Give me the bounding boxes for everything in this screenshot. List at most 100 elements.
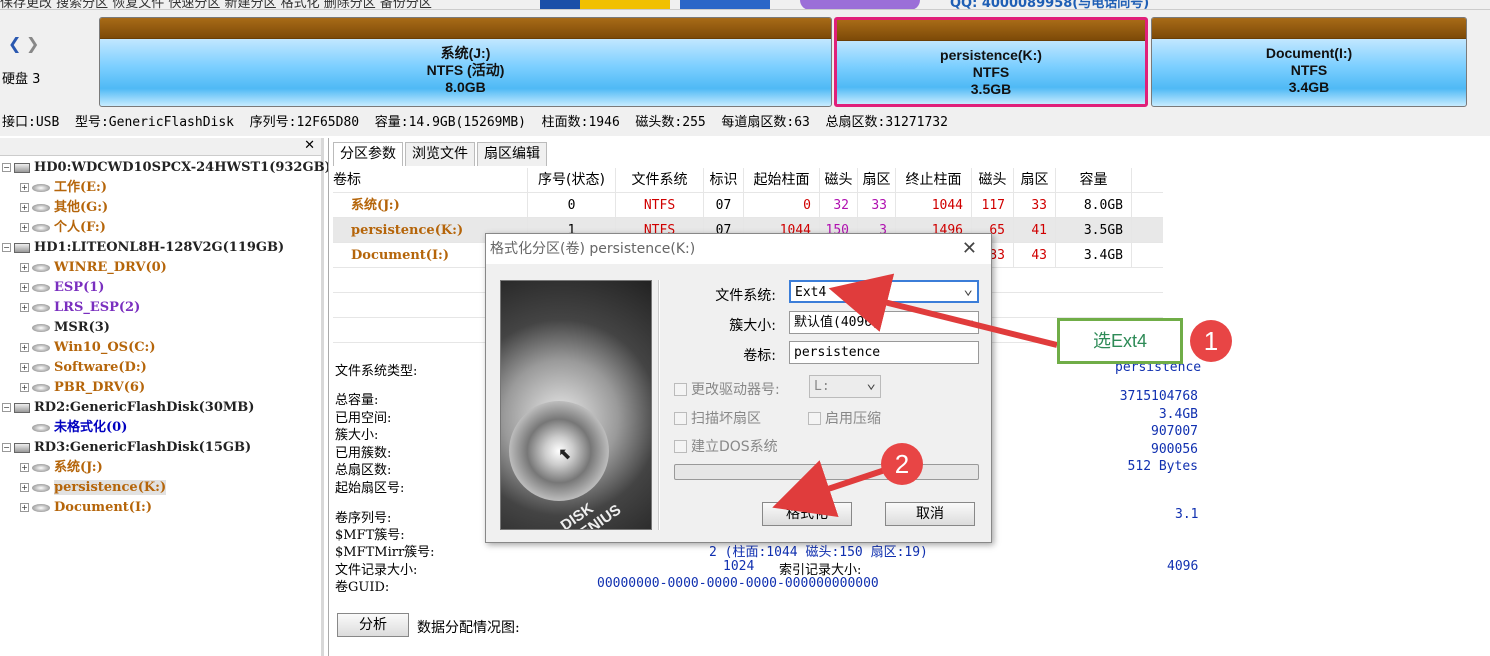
format-button[interactable]: 格式化 [762, 502, 852, 526]
tree-partition-node[interactable]: +MSR(3) [20, 318, 110, 338]
filesystem-select[interactable]: Ext4 [789, 278, 979, 303]
tree-disk-node[interactable]: − HD0:WDCWD10SPCX-24HWST1(932GB) [2, 158, 331, 178]
toolbar-strip: 保存更改 搜索分区 恢复文件 快速分区 新建分区 格式化 删除分区 备份分区 Q… [0, 0, 1490, 10]
close-icon[interactable]: ✕ [304, 138, 315, 153]
partition-icon [32, 303, 50, 312]
close-icon[interactable]: ✕ [962, 234, 977, 264]
detail-label: 起始扇区号: [335, 481, 405, 496]
collapse-icon[interactable]: − [2, 163, 11, 172]
table-cell: 0 [744, 193, 820, 218]
expand-icon[interactable]: + [20, 223, 29, 232]
table-row[interactable]: 系统(J:) 0 NTFS 07 0 32 33 1044 117 33 8.0GB [333, 193, 1163, 218]
expand-icon[interactable]: + [20, 503, 29, 512]
tab-partition-params[interactable]: 分区参数 [333, 142, 403, 166]
tree-partition-node[interactable]: + Software(D:) [20, 358, 147, 378]
tree-node-label: Software(D:) [54, 360, 147, 375]
partition-name: persistence(K:) [940, 47, 1042, 63]
fs-label: 文件系统: [715, 288, 776, 304]
tree-partition-node[interactable]: + PBR_DRV(6) [20, 378, 145, 398]
hard-disk-image: DISK GENIUS [500, 280, 652, 530]
volume-label-input[interactable]: persistence [789, 341, 979, 364]
partition-name: 系统(J:) [440, 45, 491, 61]
expand-icon[interactable]: + [20, 363, 29, 372]
mftmirr-value: 2 (柱面:1044 磁头:150 扇区:19) [709, 545, 928, 560]
tree-disk-node[interactable]: − RD2:GenericFlashDisk(30MB) [2, 398, 254, 418]
partition-block-document[interactable]: Document(I:) NTFS 3.4GB [1151, 17, 1467, 107]
tree-node-label: HD0:WDCWD10SPCX-24HWST1(932GB) [34, 160, 331, 175]
tree-partition-node[interactable]: + Document(I:) [20, 498, 152, 518]
tree-node-label: HD1:LITEONL8H-128V2G(119GB) [34, 240, 285, 255]
checkbox-box[interactable] [808, 412, 821, 425]
table-cell: NTFS [616, 193, 704, 218]
tree-disk-node[interactable]: − HD1:LITEONL8H-128V2G(119GB) [2, 238, 284, 258]
partition-size: 3.5GB [970, 81, 1012, 97]
fs-type-label: 文件系统类型: [335, 364, 418, 379]
expand-icon[interactable]: + [20, 463, 29, 472]
tree-disk-node[interactable]: − RD3:GenericFlashDisk(15GB) [2, 438, 251, 458]
checkbox-box[interactable] [674, 440, 687, 453]
tree-partition-node[interactable]: + 其他(G:) [20, 198, 108, 218]
table-header-cell: 终止柱面 [896, 168, 972, 193]
detail-label: 总扇区数: [335, 463, 392, 479]
tree-node-label: LRS_ESP(2) [54, 300, 141, 315]
detail-value: 512 Bytes [1127, 459, 1198, 475]
tree-node-label: 系统(J:) [54, 460, 103, 475]
banner-block [680, 0, 770, 9]
dialog-separator [658, 280, 660, 530]
table-cell: 33 [1014, 193, 1056, 218]
partition-icon [32, 363, 50, 372]
next-disk-icon[interactable]: ❯ [26, 34, 39, 53]
table-header-cell: 标识 [704, 168, 744, 193]
partition-size: 8.0GB [445, 79, 486, 95]
detail-label: 总容量: [335, 393, 379, 408]
collapse-icon[interactable]: − [2, 443, 11, 452]
toolbar-menu[interactable]: 保存更改 搜索分区 恢复文件 快速分区 新建分区 格式化 删除分区 备份分区 [0, 0, 432, 9]
tree-partition-node[interactable]: + Win10_OS(C:) [20, 338, 156, 358]
tree-partition-node[interactable]: + persistence(K:) [20, 478, 167, 498]
tree-partition-node[interactable]: + WINRE_DRV(0) [20, 258, 167, 278]
partition-block-persistence[interactable]: persistence(K:) NTFS 3.5GB [834, 17, 1148, 107]
analyze-button[interactable]: 分析 [337, 613, 409, 637]
checkbox-box[interactable] [674, 412, 687, 425]
checkbox-box[interactable] [674, 383, 687, 396]
tab-sector-edit[interactable]: 扇区编辑 [477, 142, 547, 166]
annotation-note: 选Ext4 [1057, 318, 1183, 364]
tree-node-label: Document(I:) [54, 500, 152, 515]
banner-block [540, 0, 580, 9]
table-header-cell: 扇区 [1014, 168, 1056, 193]
enable-compression-checkbox[interactable]: 启用压缩 [808, 408, 881, 428]
expand-icon[interactable]: + [20, 283, 29, 292]
tree-partition-node[interactable]: + LRS_ESP(2) [20, 298, 140, 318]
expand-icon[interactable]: + [20, 383, 29, 392]
expand-icon[interactable]: + [20, 203, 29, 212]
tree-partition-node[interactable]: + 工作(E:) [20, 178, 107, 198]
tree-node-label: 工作(E:) [54, 180, 108, 195]
tree-partition-node[interactable]: + 个人(F:) [20, 218, 106, 238]
expand-icon[interactable]: + [20, 303, 29, 312]
cluster-size-select[interactable]: 默认值(4096) [789, 308, 979, 334]
change-drive-letter-checkbox[interactable]: 更改驱动器号: [674, 379, 780, 399]
table-cell: 8.0GB [1056, 193, 1132, 218]
table-header-cell: 扇区 [858, 168, 896, 193]
collapse-icon[interactable]: − [2, 403, 11, 412]
expand-icon[interactable]: + [20, 483, 29, 492]
table-header-cell: 起始柱面 [744, 168, 820, 193]
expand-icon[interactable]: + [20, 183, 29, 192]
volume-label-label: 卷标: [743, 348, 776, 364]
partition-icon [32, 183, 50, 192]
create-dos-checkbox[interactable]: 建立DOS系统 [674, 436, 778, 456]
partition-icon [32, 283, 50, 292]
partition-block-system[interactable]: 系统(J:) NTFS (活动) 8.0GB [99, 17, 832, 107]
tab-browse-files[interactable]: 浏览文件 [405, 142, 475, 166]
scan-bad-sectors-checkbox[interactable]: 扫描坏扇区 [674, 408, 761, 428]
drive-letter-select[interactable]: L: [809, 372, 881, 398]
expand-icon[interactable]: + [20, 263, 29, 272]
prev-disk-icon[interactable]: ❮ [8, 34, 21, 53]
tree-partition-node[interactable]: + 系统(J:) [20, 458, 103, 478]
cancel-button[interactable]: 取消 [885, 502, 975, 526]
collapse-icon[interactable]: − [2, 243, 11, 252]
tree-partition-node[interactable]: + ESP(1) [20, 278, 104, 298]
tree-partition-node[interactable]: +未格式化(0) [20, 418, 127, 438]
tree-node-label: 未格式化(0) [54, 420, 128, 435]
expand-icon[interactable]: + [20, 343, 29, 352]
